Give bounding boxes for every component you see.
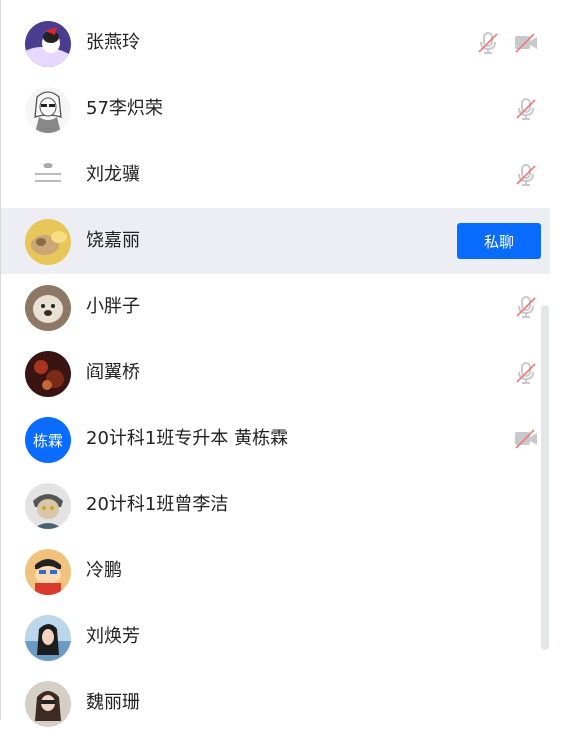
participant-name: 刘焕芳 [86,626,140,647]
participant-name: 冷鹏 [86,560,122,581]
mic-muted-icon[interactable] [514,361,538,385]
participant-list[interactable]: 张燕玲 57李炽荣 刘龙骥 饶嘉丽 私聊 小胖子 阎翼桥 栋霖 20计科1班专升… [1,10,550,736]
participant-name: 魏丽珊 [86,692,140,713]
avatar [25,549,71,595]
participant-name: 20计科1班专升本 黄栋霖 [86,428,289,449]
mic-muted-icon[interactable] [514,295,538,319]
participant-name: 小胖子 [86,296,140,317]
mic-muted-icon[interactable] [514,163,538,187]
participant-row[interactable]: 栋霖 20计科1班专升本 黄栋霖 [1,406,550,472]
participant-row[interactable]: 饶嘉丽 私聊 [1,208,550,274]
avatar [25,87,71,133]
participant-row[interactable]: 刘龙骥 [1,142,550,208]
avatar [25,351,71,397]
avatar [25,285,71,331]
participant-row[interactable]: 冷鹏 [1,538,550,604]
participant-row[interactable]: 57李炽荣 [1,76,550,142]
private-chat-button[interactable]: 私聊 [457,223,541,259]
avatar [25,153,71,199]
participant-name: 20计科1班曾李洁 [86,494,229,515]
participant-row[interactable]: 阎翼桥 [1,340,550,406]
avatar [25,219,71,265]
participant-name: 饶嘉丽 [86,230,140,251]
participant-name: 张燕玲 [86,32,140,53]
scrollbar[interactable] [540,305,550,650]
mic-muted-icon[interactable] [476,31,500,55]
avatar [25,483,71,529]
participant-row[interactable]: 魏丽珊 [1,670,550,736]
avatar [25,681,71,727]
participant-name: 阎翼桥 [86,362,140,383]
avatar [25,615,71,661]
participant-row[interactable]: 张燕玲 [1,10,550,76]
camera-off-icon[interactable] [514,427,538,451]
participant-name: 57李炽荣 [86,98,163,119]
mic-muted-icon[interactable] [514,97,538,121]
avatar [25,21,71,67]
scrollbar-thumb[interactable] [541,305,549,650]
camera-off-icon[interactable] [514,31,538,55]
participant-row[interactable]: 小胖子 [1,274,550,340]
participant-row[interactable]: 20计科1班曾李洁 [1,472,550,538]
participant-name: 刘龙骥 [86,164,140,185]
avatar: 栋霖 [25,417,71,463]
participant-row[interactable]: 刘焕芳 [1,604,550,670]
